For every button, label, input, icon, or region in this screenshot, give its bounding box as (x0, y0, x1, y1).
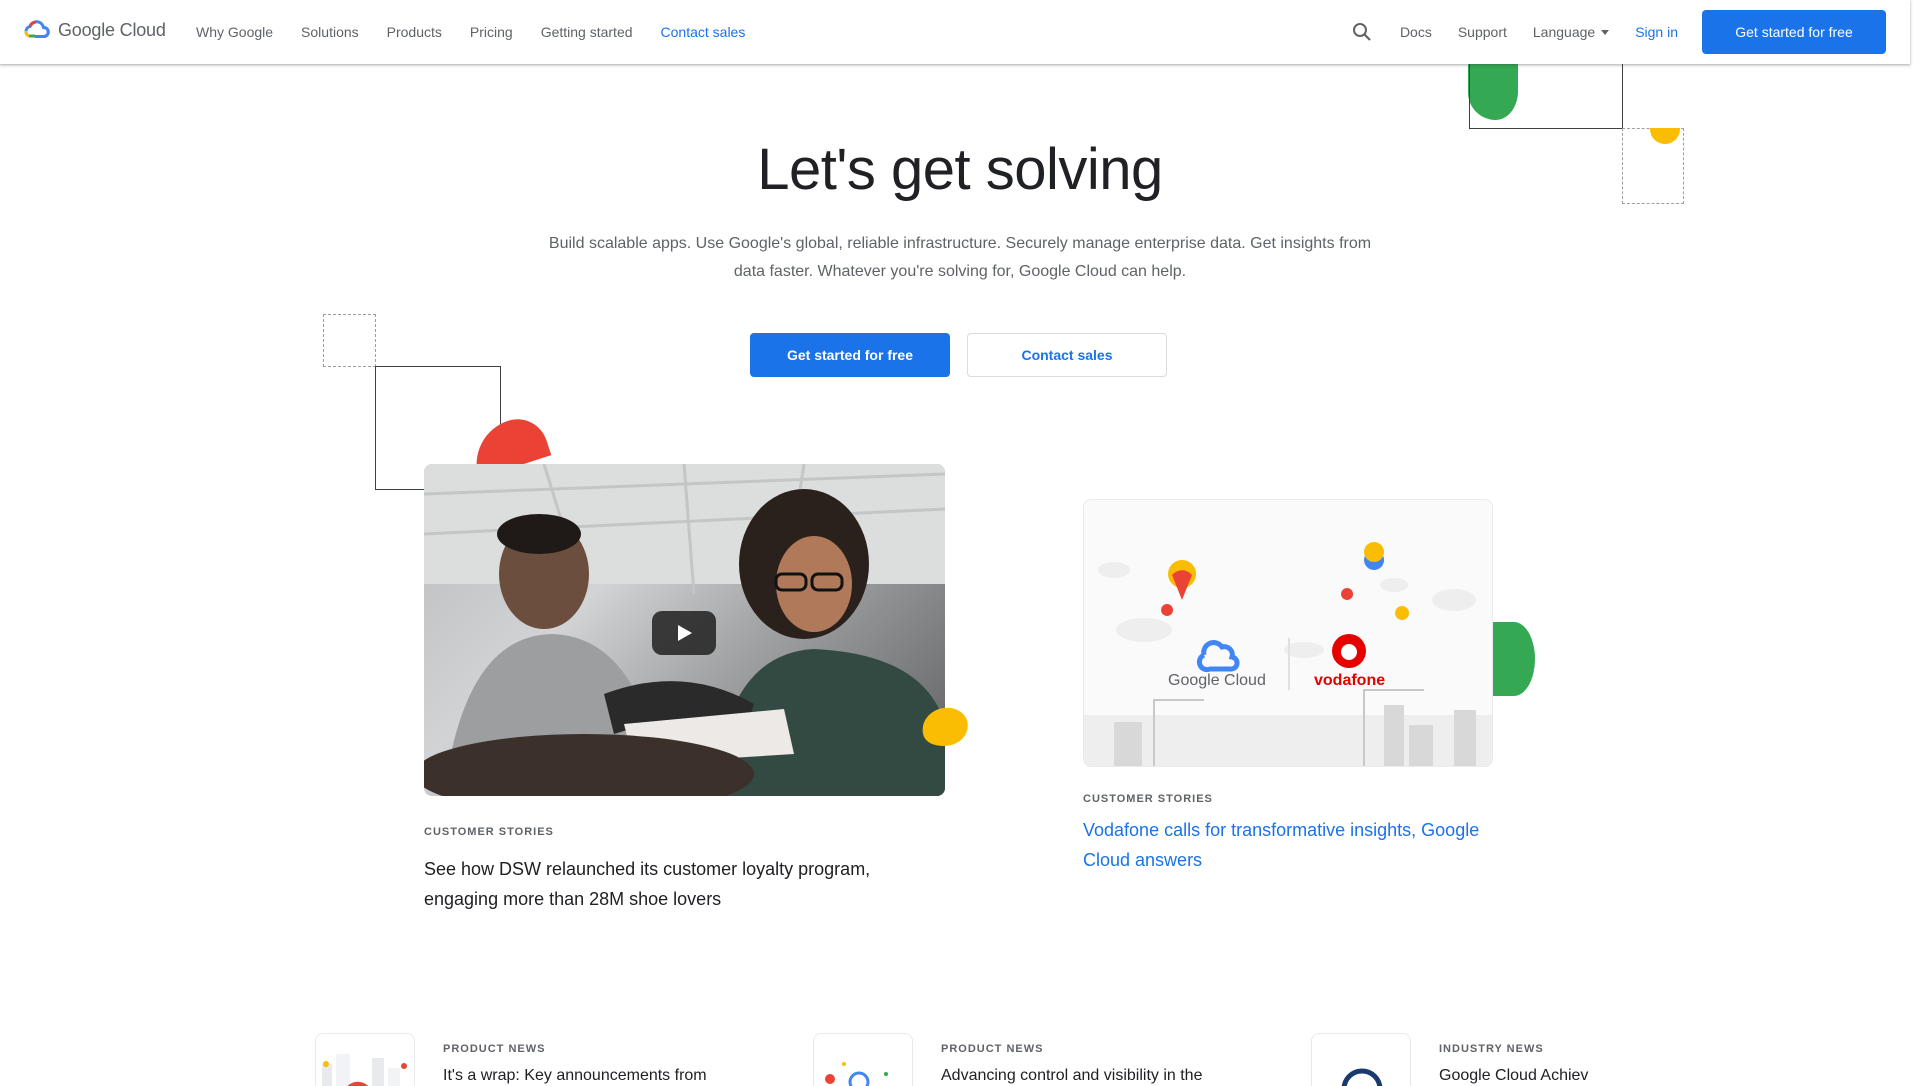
nav-getting-started[interactable]: Getting started (541, 24, 633, 40)
docs-link[interactable]: Docs (1400, 24, 1432, 40)
story-1-title[interactable]: See how DSW relaunched its customer loya… (424, 854, 945, 914)
language-selector[interactable]: Language (1532, 24, 1610, 40)
story-2-text: CUSTOMER STORIES Vodafone calls for tran… (1083, 793, 1513, 875)
header-get-started-button[interactable]: Get started for free (1702, 10, 1886, 54)
google-cloud-logo-text: Google Cloud (1168, 672, 1266, 689)
brand-name: Google Cloud (58, 19, 166, 40)
support-link[interactable]: Support (1458, 24, 1507, 40)
nav-products[interactable]: Products (387, 24, 442, 40)
news-item[interactable]: INDUSTRY NEWS Google Cloud Achiev (1311, 1033, 1614, 1086)
right-nav: Docs Support Language Sign in Get starte… (1350, 0, 1886, 64)
news-text-3: INDUSTRY NEWS Google Cloud Achiev (1439, 1033, 1614, 1086)
decor-green-leaf-right (1493, 622, 1535, 696)
caret-down-icon (1601, 29, 1610, 35)
sign-in-link[interactable]: Sign in (1635, 24, 1678, 40)
story-2-eyebrow: CUSTOMER STORIES (1083, 793, 1213, 805)
search-icon[interactable] (1350, 20, 1374, 44)
story-2-title[interactable]: Vodafone calls for transformative insigh… (1083, 815, 1513, 875)
news-item[interactable]: PRODUCT NEWS Advancing control and visib… (813, 1033, 1261, 1086)
news-thumbnail-1 (315, 1033, 415, 1086)
news-image-3 (1341, 1068, 1383, 1086)
nav-pricing[interactable]: Pricing (470, 24, 513, 40)
news-image-1 (322, 1054, 407, 1086)
main-nav: Why Google Solutions Products Pricing Ge… (196, 0, 773, 64)
story-1-eyebrow: CUSTOMER STORIES (424, 826, 554, 838)
news-1-eyebrow: PRODUCT NEWS (443, 1043, 546, 1055)
hero-subtitle: Build scalable apps. Use Google's global… (548, 235, 1372, 280)
hero-title: Let's get solving (757, 137, 1163, 202)
nav-solutions[interactable]: Solutions (301, 24, 359, 40)
news-text-2: PRODUCT NEWS Advancing control and visib… (941, 1033, 1261, 1086)
news-3-eyebrow: INDUSTRY NEWS (1439, 1043, 1544, 1055)
google-cloud-icon (24, 20, 50, 38)
decor-dashed-square-left (323, 314, 376, 367)
top-nav-bar: Google Cloud Why Google Solutions Produc… (0, 0, 1910, 64)
nav-contact-sales[interactable]: Contact sales (661, 24, 746, 40)
news-1-title[interactable]: It's a wrap: Key announcements from (443, 1063, 763, 1086)
language-label: Language (1532, 24, 1596, 40)
vodafone-logo-text: vodafone (1314, 672, 1386, 689)
news-item[interactable]: PRODUCT NEWS It's a wrap: Key announceme… (315, 1033, 763, 1086)
dsw-video-thumbnail[interactable] (424, 464, 945, 796)
play-icon[interactable] (652, 611, 716, 655)
hero-get-started-button[interactable]: Get started for free (750, 333, 950, 377)
nav-why-google[interactable]: Why Google (196, 24, 273, 40)
news-3-title[interactable]: Google Cloud Achiev (1439, 1063, 1614, 1086)
news-2-eyebrow: PRODUCT NEWS (941, 1043, 1044, 1055)
balloon-illustration (1084, 500, 1492, 766)
story-1-text: CUSTOMER STORIES See how DSW relaunched … (424, 826, 945, 914)
news-thumbnail-3 (1311, 1033, 1411, 1086)
news-thumbnail-2 (813, 1033, 913, 1086)
google-cloud-logo[interactable]: Google Cloud (24, 19, 166, 41)
hero-contact-sales-button[interactable]: Contact sales (967, 333, 1167, 377)
news-text-1: PRODUCT NEWS It's a wrap: Key announceme… (443, 1033, 763, 1086)
vodafone-story-image[interactable]: Google Cloud vodafone (1083, 499, 1493, 767)
news-image-2 (825, 1062, 888, 1086)
news-2-title[interactable]: Advancing control and visibility in the (941, 1063, 1261, 1086)
